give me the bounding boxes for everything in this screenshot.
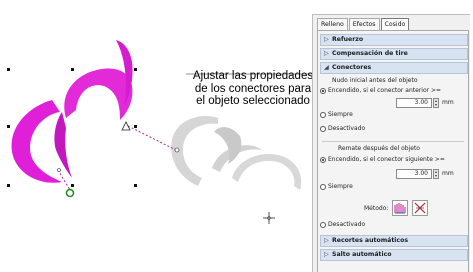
stitch-start-marker[interactable] [65, 188, 75, 198]
tie-off-off-radio[interactable] [320, 222, 326, 228]
callout-line-2: de los conectores para [194, 82, 312, 95]
tie-in-length-input[interactable]: 3.00 [396, 98, 432, 108]
selected-embroidery-object[interactable] [11, 40, 133, 183]
object-properties-panel: Relleno Efectos Cosido ▷ Refuerzo ▷ Compen… [312, 14, 470, 272]
tie-off-heading: Remate después del objeto [338, 145, 420, 152]
tie-off-method-label: Método: [364, 205, 389, 212]
tie-in-off-label: Desactivado [328, 125, 366, 132]
divider [322, 141, 464, 142]
expand-arrow-icon: ▷ [324, 237, 329, 244]
connector-node[interactable] [57, 168, 61, 172]
connector-lines [57, 125, 177, 191]
section-conectores-label: Conectores [332, 64, 372, 71]
tie-off-always-radio[interactable] [320, 184, 326, 190]
tie-off-on-radio[interactable] [320, 157, 326, 163]
section-compensacion[interactable]: ▷ Compensación de tire [320, 48, 468, 60]
section-salto-label: Salto automático [332, 251, 392, 258]
tie-in-on-radio[interactable] [320, 88, 326, 94]
tie-off-off-label: Desactivado [328, 221, 366, 228]
callout-text: Ajustar las propiedades de los conectore… [184, 70, 322, 108]
expand-arrow-icon: ▷ [324, 251, 329, 258]
connector-node[interactable] [174, 147, 180, 153]
collapse-arrow-icon: ◢ [324, 64, 329, 71]
section-compensacion-label: Compensación de tire [332, 50, 408, 57]
tie-off-method-button-2[interactable] [412, 200, 428, 216]
tie-in-unit: mm [442, 99, 454, 106]
section-recortes-label: Recortes automáticos [332, 237, 409, 244]
tie-off-unit: mm [442, 170, 454, 177]
tie-in-off-radio[interactable] [320, 126, 326, 132]
tie-in-on-label: Encendido, si el conector anterior >= [328, 87, 442, 94]
section-salto[interactable]: ▷ Salto automático [320, 249, 468, 261]
move-cursor-icon [263, 212, 275, 224]
panel-tabs: Relleno Efectos Cosido [317, 18, 410, 31]
tie-off-method-button-1[interactable] [392, 200, 408, 216]
callout-line-1: Ajustar las propiedades [192, 70, 314, 82]
tie-off-length-input[interactable]: 3.00 [396, 169, 432, 179]
tab-content: ▷ Refuerzo ▷ Compensación de tire ◢ Conecto… [317, 30, 469, 272]
tie-off-spinner[interactable] [433, 169, 439, 179]
workspace: Ajustar las propiedades de los conectore… [0, 0, 473, 272]
tie-off-always-label: Siempre [328, 183, 353, 190]
tab-efectos[interactable]: Efectos [348, 18, 380, 30]
tie-in-heading: Nudo inicial antes del objeto [332, 77, 418, 84]
tab-relleno[interactable]: Relleno [317, 18, 348, 30]
section-recortes[interactable]: ▷ Recortes automáticos [320, 235, 468, 247]
section-refuerzo-label: Refuerzo [332, 36, 364, 43]
callout-line-3: el objeto seleccionado [196, 95, 310, 107]
tie-off-cross-method-icon [414, 202, 426, 214]
tie-in-spinner[interactable] [433, 98, 439, 108]
section-refuerzo[interactable]: ▷ Refuerzo [320, 34, 468, 46]
tie-off-method-icon [394, 203, 406, 214]
tie-in-always-label: Siempre [328, 111, 353, 118]
expand-arrow-icon: ▷ [324, 50, 329, 57]
expand-arrow-icon: ▷ [324, 36, 329, 43]
tie-in-always-radio[interactable] [320, 112, 326, 118]
tie-off-on-label: Encendido, si el conector siguiente >= [328, 156, 445, 163]
ghost-embroidery-object[interactable] [171, 116, 302, 190]
section-conectores[interactable]: ◢ Conectores [320, 62, 468, 74]
